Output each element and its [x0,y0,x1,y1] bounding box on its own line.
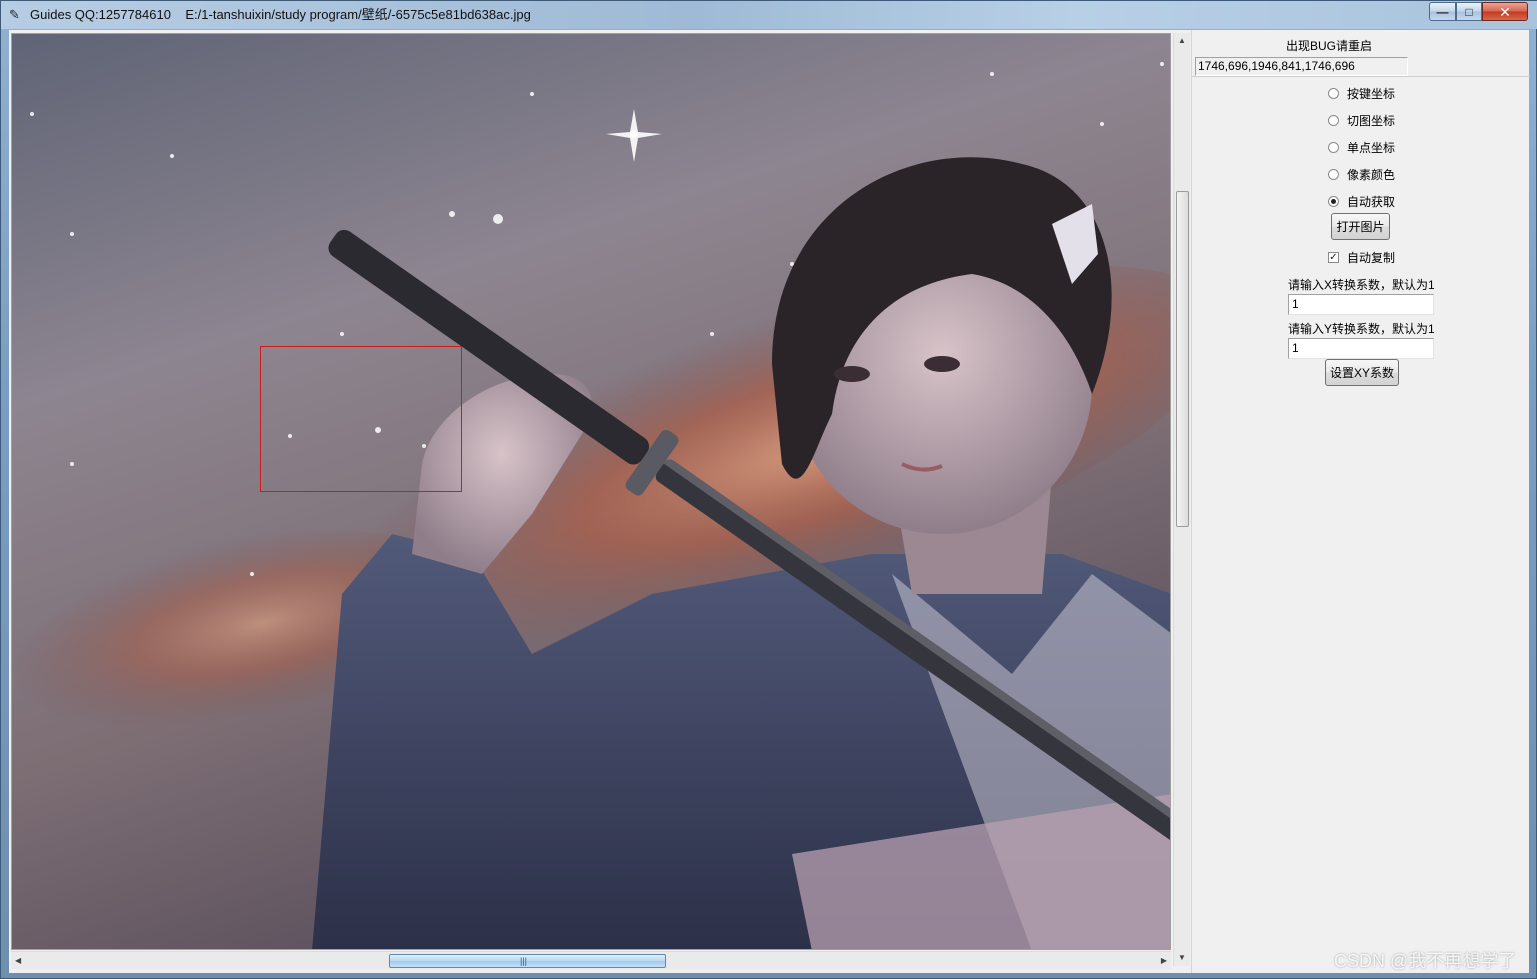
coordinates-output-field[interactable]: 1746,696,1946,841,1746,696 [1195,57,1408,76]
wallpaper-image [12,34,1170,949]
maximize-icon: □ [1465,4,1473,19]
radio-icon[interactable] [1328,87,1339,99]
y-factor-input[interactable]: 1 [1288,338,1434,359]
radio-label: 单点坐标 [1347,140,1396,155]
close-button[interactable]: ✕ [1482,2,1528,21]
radio-selected-icon[interactable] [1328,195,1339,207]
radio-auto-fetch[interactable]: 自动获取 [1328,193,1395,209]
radio-label: 切图坐标 [1347,113,1396,128]
restart-warning-label: 出现BUG请重启 [1285,39,1372,53]
x-factor-input[interactable]: 1 [1288,294,1434,315]
set-xy-factor-button[interactable]: 设置XY系数 [1325,359,1399,386]
feather-icon: ✎ [9,7,20,22]
radio-crop-coords[interactable]: 切图坐标 [1328,112,1395,128]
window-title: Guides QQ:1257784610 E:/1-tanshuixin/stu… [30,7,531,22]
control-panel: 出现BUG请重启 1746,696,1946,841,1746,696 按键坐标… [1191,30,1530,973]
vertical-scroll-thumb[interactable] [1176,191,1189,527]
radio-key-coords[interactable]: 按键坐标 [1328,85,1395,101]
csdn-watermark: CSDN @我不再想学了 [1334,951,1517,971]
radio-pixel-color[interactable]: 像素颜色 [1328,166,1395,182]
scroll-right-icon[interactable]: ▶ [1161,957,1167,965]
scroll-left-icon[interactable]: ◀ [15,957,21,965]
radio-icon[interactable] [1328,114,1339,126]
radio-point-coords[interactable]: 单点坐标 [1328,139,1395,155]
radio-icon[interactable] [1328,141,1339,153]
checkbox-checked-icon[interactable]: ✓ [1328,251,1339,263]
open-image-button[interactable]: 打开图片 [1331,213,1390,240]
app-window: ✎ Guides QQ:1257784610 E:/1-tanshuixin/s… [0,0,1537,979]
close-icon: ✕ [1499,3,1511,20]
minimize-icon: — [1436,4,1449,19]
vertical-scrollbar[interactable]: ▲ ▼ [1173,33,1190,966]
divider [1192,76,1530,77]
auto-copy-checkbox-row[interactable]: ✓ 自动复制 [1328,249,1395,265]
grip-icon: ||| [520,956,528,966]
x-factor-label: 请输入X转换系数，默认为1 [1288,278,1435,292]
maximize-button[interactable]: □ [1456,2,1482,21]
radio-label: 像素颜色 [1347,167,1396,182]
auto-copy-label: 自动复制 [1347,250,1396,265]
scroll-up-icon[interactable]: ▲ [1178,37,1186,45]
client-area: ▲ ▼ ◀ ||| ▶ 出现BUG请重启 1746,696,1946,841,1… [9,30,1530,973]
radio-icon[interactable] [1328,168,1339,180]
selection-rectangle[interactable] [260,346,462,492]
horizontal-scroll-thumb[interactable]: ||| [389,954,666,968]
radio-label: 按键坐标 [1347,86,1396,101]
image-canvas[interactable] [11,33,1171,950]
radio-label: 自动获取 [1347,194,1396,209]
minimize-button[interactable]: — [1429,2,1456,21]
y-factor-label: 请输入Y转换系数，默认为1 [1288,322,1435,336]
title-bar[interactable]: ✎ Guides QQ:1257784610 E:/1-tanshuixin/s… [1,1,1537,29]
horizontal-scrollbar[interactable]: ◀ ||| ▶ [11,951,1171,969]
scroll-down-icon[interactable]: ▼ [1178,954,1186,962]
